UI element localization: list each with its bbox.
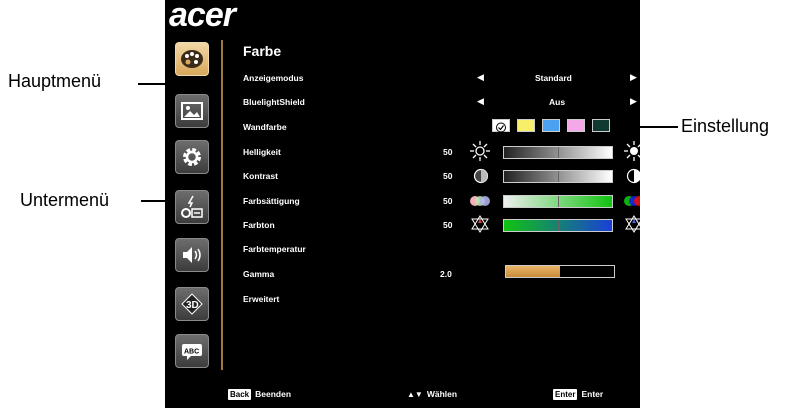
row-gamma[interactable]: Gamma xyxy=(243,269,274,279)
enter-key: Enter xyxy=(553,389,578,400)
gamma-slider[interactable] xyxy=(505,265,615,278)
row-farbtemperatur[interactable]: Farbtemperatur xyxy=(243,244,306,254)
bluelight-value: Aus xyxy=(549,97,566,107)
helligkeit-slider-marker xyxy=(558,147,559,158)
farbsaettigung-slider[interactable] xyxy=(503,195,613,208)
saturation-low-icon xyxy=(470,196,490,206)
bluelight-right-arrow[interactable]: ▶ xyxy=(630,96,637,107)
tab-3d[interactable]: 3D xyxy=(175,287,209,321)
abc-icon: ABC xyxy=(182,344,202,360)
callout-hauptmenu: Hauptmenü xyxy=(8,71,102,91)
sun-filled-icon xyxy=(624,141,640,161)
footer-back[interactable]: Back Beenden xyxy=(228,389,291,400)
saturation-high-icon xyxy=(624,196,640,206)
row-farbsaettigung[interactable]: Farbsättigung xyxy=(243,196,300,206)
back-label: Beenden xyxy=(255,389,292,399)
row-farbton[interactable]: Farbton xyxy=(243,220,275,230)
footer-select: ▲▼ Wählen xyxy=(407,389,457,399)
select-label: Wählen xyxy=(426,389,458,399)
farbton-value: 50 xyxy=(443,220,453,230)
enter-label: Enter xyxy=(581,389,604,399)
bluelight-left-arrow[interactable]: ◀ xyxy=(477,96,484,107)
speaker-icon xyxy=(183,247,201,263)
tab-settings[interactable] xyxy=(175,140,209,174)
input-source-icon xyxy=(181,195,203,218)
gamma-slider-fill xyxy=(506,266,560,277)
svg-text:ABC: ABC xyxy=(184,349,199,356)
hue-left-icon xyxy=(471,215,489,233)
gear-icon xyxy=(183,148,201,166)
tab-language[interactable]: ABC xyxy=(175,334,209,368)
callout-line-einstellung xyxy=(640,126,678,128)
farbton-slider[interactable] xyxy=(503,219,613,232)
kontrast-slider-marker xyxy=(558,171,559,182)
check-icon xyxy=(496,122,506,133)
row-anzeigemodus[interactable]: Anzeigemodus xyxy=(243,73,303,83)
anzeigemodus-right-arrow[interactable]: ▶ xyxy=(630,72,637,83)
row-wandfarbe[interactable]: Wandfarbe xyxy=(243,122,287,132)
helligkeit-slider[interactable] xyxy=(503,146,613,159)
row-bluelightshield[interactable]: BluelightShield xyxy=(243,97,305,107)
footer-enter[interactable]: Enter Enter xyxy=(553,389,603,400)
color-palette-icon xyxy=(181,50,203,68)
gamma-value: 2.0 xyxy=(440,269,452,279)
callout-untermenu: Untermenü xyxy=(20,190,110,210)
farbsaettigung-value: 50 xyxy=(443,196,453,206)
tab-color[interactable] xyxy=(175,42,209,76)
tab-image[interactable] xyxy=(175,94,209,128)
page-title: Farbe xyxy=(243,43,282,59)
wall-color-swatch-1[interactable] xyxy=(517,119,535,132)
menu-separator xyxy=(221,40,223,370)
anzeigemodus-left-arrow[interactable]: ◀ xyxy=(477,72,484,83)
wall-color-swatch-4[interactable] xyxy=(592,119,610,132)
kontrast-slider[interactable] xyxy=(503,170,613,183)
wall-color-swatch-3[interactable] xyxy=(567,119,585,132)
wall-color-swatch-0[interactable] xyxy=(492,119,510,133)
svg-text:3D: 3D xyxy=(186,300,199,311)
up-down-arrows-icon: ▲▼ xyxy=(407,390,423,399)
contrast-high-icon xyxy=(626,168,640,184)
wall-color-swatch-2[interactable] xyxy=(542,119,560,132)
contrast-low-icon xyxy=(473,168,489,184)
hue-right-icon xyxy=(625,215,640,233)
row-helligkeit[interactable]: Helligkeit xyxy=(243,147,281,157)
row-kontrast[interactable]: Kontrast xyxy=(243,171,278,181)
acer-logo: acer xyxy=(169,0,236,34)
callout-einstellung: Einstellung xyxy=(681,116,770,136)
sun-outline-icon xyxy=(470,141,490,161)
farbton-slider-marker xyxy=(558,220,559,231)
row-erweitert[interactable]: Erweitert xyxy=(243,294,279,304)
helligkeit-value: 50 xyxy=(443,147,453,157)
anzeigemodus-value: Standard xyxy=(535,73,572,83)
kontrast-value: 50 xyxy=(443,171,453,181)
farbsaettigung-slider-marker xyxy=(558,196,559,207)
3d-icon: 3D xyxy=(181,293,203,315)
tab-audio[interactable] xyxy=(175,238,209,272)
back-key: Back xyxy=(228,389,252,400)
tab-management[interactable] xyxy=(175,190,209,224)
image-icon xyxy=(181,102,203,120)
osd-screen: acer 3D ABC Farbe Anzeigemodus Bluelight… xyxy=(165,0,640,408)
